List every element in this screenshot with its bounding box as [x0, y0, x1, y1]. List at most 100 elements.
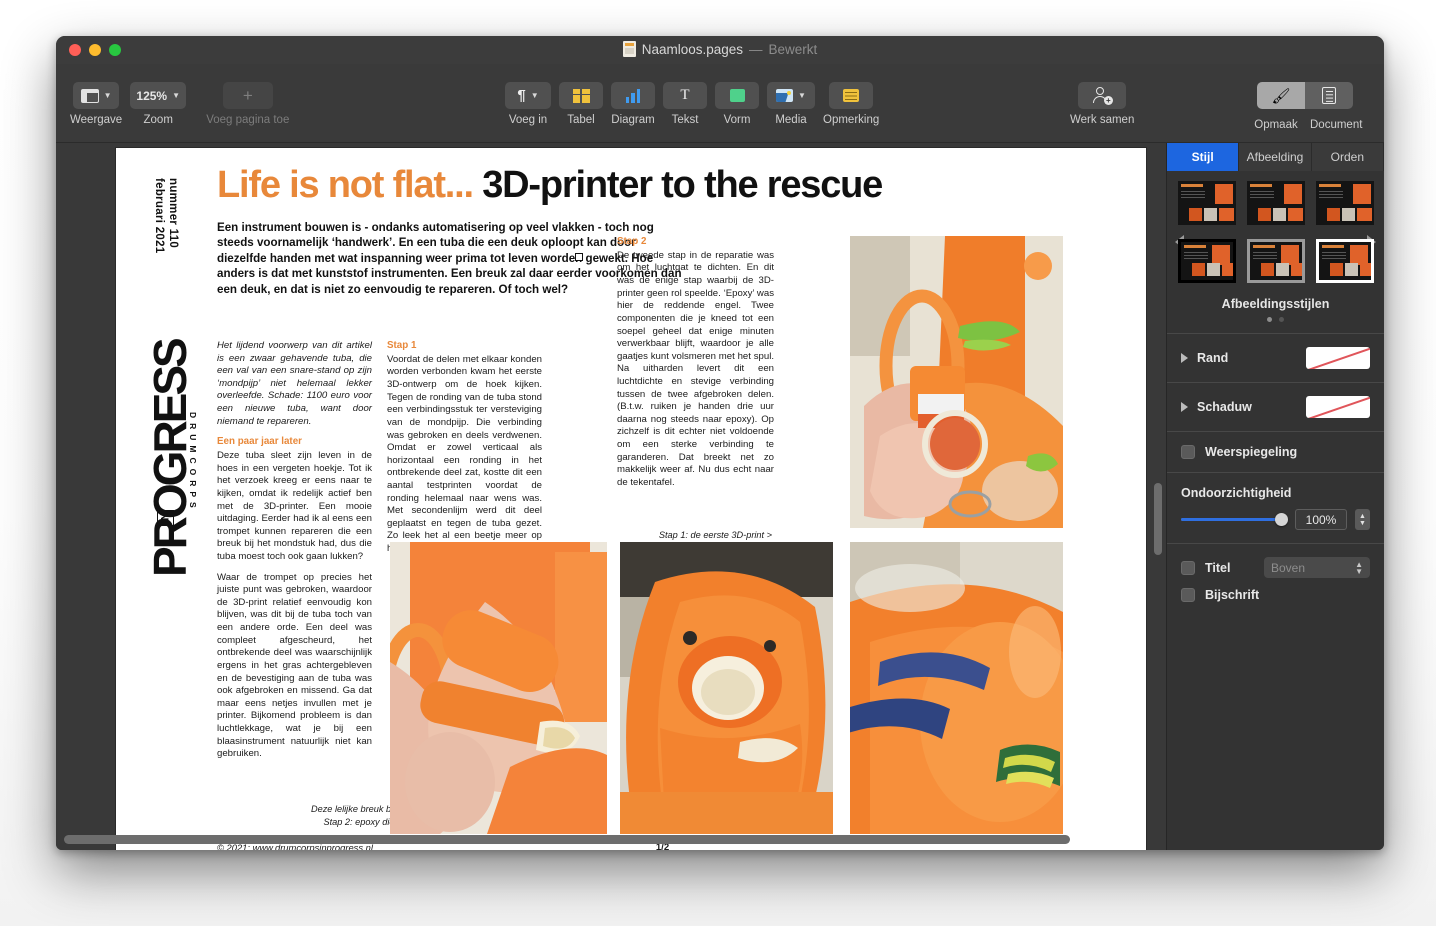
opacity-slider-fill [1181, 518, 1279, 521]
image-styles-gallery: Afbeeldingsstijlen [1167, 171, 1384, 333]
border-section: Rand [1167, 333, 1384, 382]
table-toolbar-item[interactable]: Tabel [559, 82, 603, 126]
column1-para1: Deze tuba sleet zijn leven in de hoes in… [217, 450, 372, 563]
table-button[interactable] [559, 82, 603, 109]
reflection-checkbox[interactable] [1181, 445, 1195, 459]
inspector-segmented-control[interactable]: 🖌 [1257, 82, 1353, 109]
vertical-scrollbar[interactable] [1154, 483, 1162, 555]
comment-button[interactable] [829, 82, 874, 109]
image-style-option-6-selected[interactable] [1315, 239, 1374, 283]
column1-heading: Een paar jaar later [217, 436, 302, 448]
insert-button[interactable]: ¶ ▼ [505, 82, 551, 109]
media-button[interactable]: ▼ [767, 82, 815, 109]
layout-panel-icon [80, 88, 99, 103]
collaborate-toolbar-item[interactable]: + Werk samen [1070, 82, 1134, 126]
insert-toolbar-item[interactable]: ¶ ▼ Voeg in [505, 82, 551, 126]
title-row[interactable]: Titel Boven ▲ ▼ [1181, 557, 1370, 578]
opacity-value-field[interactable]: 100% [1295, 509, 1347, 530]
media-image-icon [776, 89, 794, 102]
view-toolbar-item[interactable]: ▼ Weergave [70, 82, 122, 126]
photo-epoxy-detail[interactable] [620, 542, 833, 834]
photo-1-image [850, 236, 1063, 528]
gallery-dot-2[interactable] [1279, 317, 1284, 322]
magazine-layout: nummer 110 februari 2021 Life is not flat… [116, 148, 1146, 850]
column2-para1: Voordat de delen met elkaar konden worde… [387, 353, 542, 554]
image-style-option-3[interactable] [1315, 181, 1374, 225]
photo-3-image [620, 542, 833, 834]
opacity-stepper[interactable]: ▲ ▼ [1355, 509, 1370, 530]
tab-stijl[interactable]: Stijl [1167, 143, 1240, 171]
opacity-controls: 100% ▲ ▼ [1181, 509, 1370, 530]
style-preview [1178, 181, 1236, 225]
chart-label: Diagram [611, 114, 655, 126]
image-style-option-2[interactable] [1246, 181, 1305, 225]
caption-checkbox[interactable] [1181, 588, 1195, 602]
opacity-slider[interactable] [1181, 513, 1289, 526]
comment-toolbar-item[interactable]: Opmerking [823, 82, 879, 126]
caption-checkbox-label: Bijschrift [1205, 588, 1260, 602]
disclosure-triangle-icon[interactable] [1181, 402, 1188, 412]
title-position-value: Boven [1271, 560, 1306, 575]
border-none-swatch[interactable] [1306, 347, 1370, 369]
shadow-row[interactable]: Schaduw [1181, 396, 1370, 418]
window-title: Naamloos.pages — Bewerkt [56, 41, 1384, 57]
media-toolbar-item[interactable]: ▼ Media [767, 82, 815, 126]
add-page-label: Voeg pagina toe [206, 114, 290, 126]
caption-row[interactable]: Bijschrift [1181, 588, 1370, 602]
shadow-none-swatch[interactable] [1306, 396, 1370, 418]
format-inspector-panel: Stijl Afbeelding Orden Afbeeldingsstijle… [1166, 143, 1384, 850]
column1-para2: Waar de trompet op precies het juiste pu… [217, 571, 372, 760]
tab-afbeelding[interactable]: Afbeelding [1239, 143, 1312, 171]
chevron-up-down-icon: ▲ ▼ [1355, 559, 1363, 576]
bar-chart-icon [625, 88, 641, 103]
text-toolbar-item[interactable]: T Tekst [663, 82, 707, 126]
image-style-option-4[interactable] [1177, 239, 1236, 283]
horizontal-scrollbar-thumb[interactable] [64, 835, 1071, 844]
logo-in-badge: IN [157, 510, 174, 526]
reflection-row[interactable]: Weerspiegeling [1181, 445, 1370, 459]
collaborate-button[interactable]: + [1078, 82, 1127, 109]
add-page-toolbar-item[interactable]: + Voeg pagina toe [206, 82, 289, 126]
horizontal-scrollbar[interactable] [64, 835, 1158, 844]
document-lines-icon [1322, 87, 1336, 104]
text-button[interactable]: T [663, 82, 707, 109]
photo-tuba-mouthpipe-repair[interactable] [850, 236, 1063, 528]
gallery-dot-1[interactable] [1267, 317, 1272, 322]
shape-button[interactable] [715, 82, 759, 109]
selection-handle[interactable] [575, 253, 583, 261]
main-toolbar: ▼ Weergave 125% ▼ Zoom + Voeg pagina toe [56, 64, 1384, 143]
photo-reinforced-joint[interactable] [850, 542, 1063, 834]
border-row[interactable]: Rand [1181, 347, 1370, 369]
format-label: Opmaak [1254, 119, 1298, 131]
chart-button[interactable] [611, 82, 655, 109]
window-titlebar: Naamloos.pages — Bewerkt [56, 36, 1384, 64]
table-icon [572, 88, 590, 103]
reflection-section: Weerspiegeling [1167, 431, 1384, 472]
view-button[interactable]: ▼ [73, 82, 120, 109]
pages-app-window: Naamloos.pages — Bewerkt ▼ Weergave 125% [56, 36, 1384, 850]
article-column-3: Stap 2 De tweede stap in de reparatie wa… [617, 236, 774, 497]
document-canvas[interactable]: nummer 110 februari 2021 Life is not flat… [56, 143, 1166, 850]
disclosure-triangle-icon[interactable] [1181, 353, 1188, 363]
zoom-toolbar-item[interactable]: 125% ▼ Zoom [130, 82, 187, 126]
logo-in-text: IN [159, 512, 172, 524]
photo-broken-mouthpipe-in-hand[interactable] [390, 542, 607, 834]
document-tab-button[interactable] [1305, 82, 1353, 109]
add-page-button[interactable]: + [222, 82, 273, 109]
chart-toolbar-item[interactable]: Diagram [611, 82, 655, 126]
title-position-popup[interactable]: Boven ▲ ▼ [1264, 557, 1370, 578]
view-label: Weergave [70, 114, 123, 126]
image-style-option-1[interactable] [1177, 181, 1236, 225]
shape-icon [729, 89, 745, 102]
window-title-separator: — [749, 41, 763, 57]
opacity-slider-knob[interactable] [1275, 513, 1289, 526]
tab-orden[interactable]: Orden [1312, 143, 1384, 171]
zoom-button[interactable]: 125% ▼ [130, 82, 187, 109]
document-page[interactable]: nummer 110 februari 2021 Life is not flat… [116, 148, 1146, 850]
shape-toolbar-item[interactable]: Vorm [715, 82, 759, 126]
image-style-option-5[interactable] [1246, 239, 1305, 283]
format-tab-button[interactable]: 🖌 [1257, 82, 1305, 109]
image-styles-row-1 [1175, 181, 1376, 225]
title-checkbox[interactable] [1181, 560, 1195, 575]
gallery-page-dots [1175, 317, 1376, 329]
